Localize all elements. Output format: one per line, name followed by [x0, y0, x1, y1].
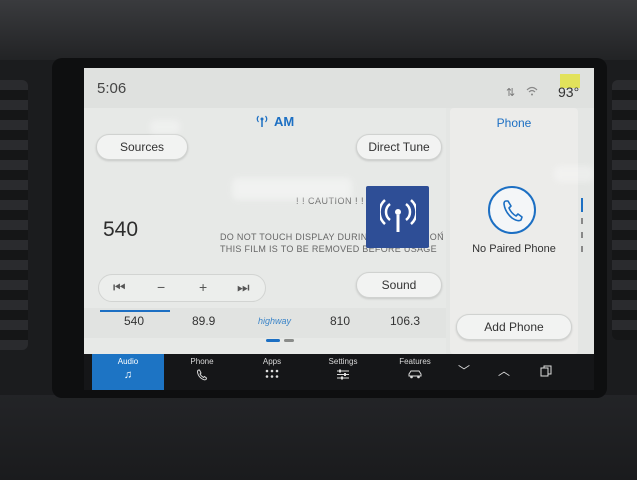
apps-grid-icon	[240, 369, 304, 382]
air-vent-right	[612, 80, 637, 340]
page-indicator	[284, 339, 294, 342]
chevron-up-icon[interactable]: ︿	[498, 362, 510, 379]
preset-4[interactable]: 810	[330, 314, 350, 328]
current-frequency: 540	[103, 218, 139, 241]
clock: 5:06	[97, 80, 127, 97]
phone-icon	[503, 200, 523, 222]
bottom-nav-bar: Audio ♫ Phone Apps Settings Features ﹀ ︿	[84, 354, 594, 390]
preset-2[interactable]: 89.9	[192, 314, 215, 328]
preset-1[interactable]: 540	[124, 314, 144, 328]
band-label[interactable]: AM	[274, 114, 294, 129]
phone-icon	[170, 369, 234, 384]
wifi-icon	[526, 86, 538, 99]
recent-screens-icon[interactable]	[540, 364, 552, 382]
preset-highway-logo[interactable]: highway	[258, 316, 291, 326]
sources-button[interactable]: Sources	[96, 134, 188, 160]
glare-reflection	[554, 166, 594, 182]
settings-sliders-icon	[310, 369, 376, 383]
nav-settings[interactable]: Settings	[310, 354, 376, 390]
nav-phone-label: Phone	[190, 357, 214, 366]
sound-button[interactable]: Sound	[356, 272, 442, 298]
station-artwork	[366, 186, 429, 248]
phone-title: Phone	[496, 116, 532, 130]
tune-down-button[interactable]: −	[157, 279, 165, 295]
collapse-chevron-icon[interactable]: ‹	[440, 228, 443, 239]
seek-forward-button[interactable]: ⏭	[237, 279, 250, 296]
no-paired-phone-text: No Paired Phone	[472, 243, 556, 255]
tune-up-button[interactable]: +	[199, 279, 207, 295]
infotainment-screen: 5:06 ⇅ 93° AM Sources Direct Tune 540 ! …	[84, 68, 594, 390]
phone-circle-button[interactable]	[488, 186, 536, 234]
phone-panel: Phone No Paired Phone Add Phone	[450, 108, 578, 354]
tuning-controls: ⏮ − + ⏭	[98, 274, 266, 302]
music-note-icon: ♫	[123, 369, 133, 381]
nav-apps-label: Apps	[262, 357, 282, 366]
outside-temperature: 93°	[558, 84, 580, 100]
radio-broadcast-icon	[380, 199, 416, 232]
air-vent-left	[0, 80, 28, 350]
preset-active-indicator	[100, 310, 170, 312]
status-bar: 5:06 ⇅ 93°	[84, 68, 594, 108]
glare-reflection	[232, 178, 352, 200]
radio-antenna-icon	[256, 114, 268, 128]
nav-features[interactable]: Features	[382, 354, 448, 390]
chevron-down-icon[interactable]: ﹀	[458, 362, 470, 379]
connectivity-icon: ⇅	[506, 87, 516, 99]
nav-features-label: Features	[399, 357, 431, 366]
direct-tune-button[interactable]: Direct Tune	[356, 134, 442, 160]
add-phone-button[interactable]: Add Phone	[456, 314, 572, 340]
scroll-indicator[interactable]	[580, 198, 584, 268]
seek-back-button[interactable]: ⏮	[113, 279, 126, 296]
nav-audio-label: Audio	[117, 357, 139, 366]
nav-phone[interactable]: Phone	[170, 354, 234, 390]
nav-audio[interactable]: Audio ♫	[92, 354, 164, 390]
car-icon	[382, 369, 448, 382]
page-indicator-active	[266, 339, 280, 342]
dashboard-top	[0, 0, 637, 60]
nav-settings-label: Settings	[328, 357, 358, 366]
dashboard-bottom	[0, 395, 637, 480]
glare-reflection	[150, 120, 180, 134]
preset-5[interactable]: 106.3	[390, 314, 420, 328]
nav-apps[interactable]: Apps	[240, 354, 304, 390]
